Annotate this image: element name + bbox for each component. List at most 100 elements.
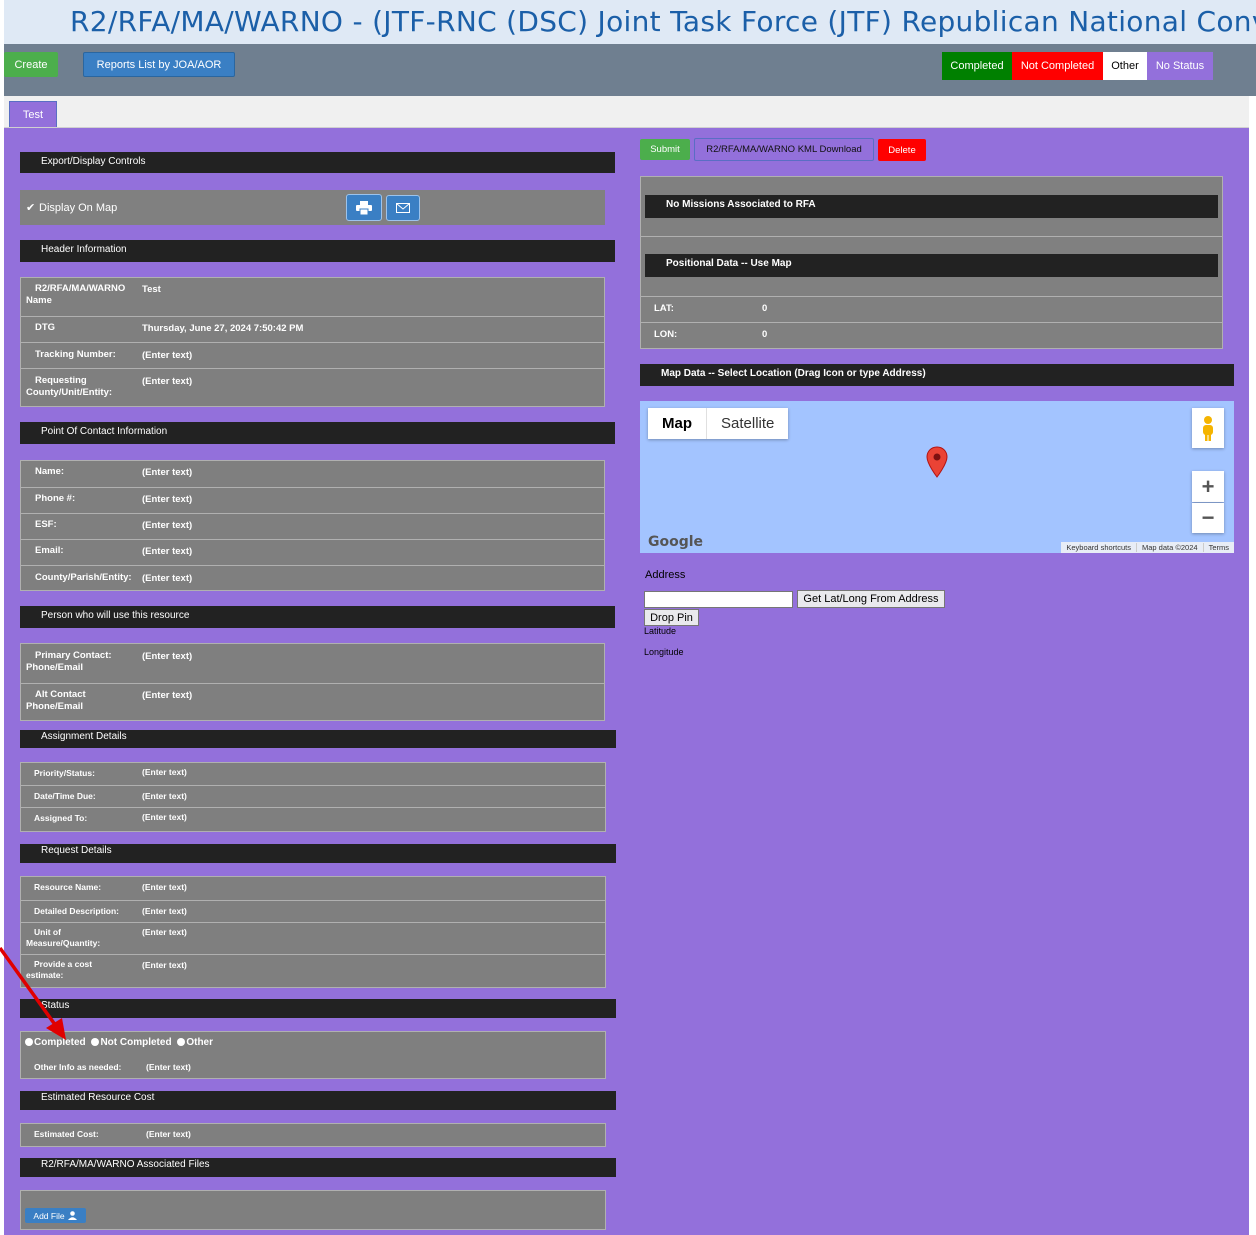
status-other-label: Other (186, 1037, 214, 1048)
get-latlong-button[interactable]: Get Lat/Long From Address (797, 590, 945, 608)
map-data-attribution: Map data ©2024 (1137, 543, 1204, 552)
field-label: Other Info as needed: (34, 1062, 122, 1072)
field-label: Date/Time Due: (34, 791, 96, 801)
map-tab-map[interactable]: Map (648, 408, 706, 439)
google-logo: Google (648, 534, 704, 550)
estimated-cost-panel: Estimated Cost: (Enter text) (20, 1123, 606, 1147)
add-file-label: Add File (33, 1210, 65, 1221)
submit-button[interactable]: Submit (640, 139, 690, 160)
estimated-cost-row: Estimated Cost: (Enter text) (21, 1124, 605, 1146)
display-on-map-checkbox[interactable]: ✔ (26, 201, 35, 214)
field-value[interactable]: (Enter text) (142, 520, 192, 531)
terms-link[interactable]: Terms (1204, 543, 1234, 552)
latitude-label: Latitude (644, 626, 677, 636)
section-person-resource: Person who will use this resource (20, 606, 615, 628)
field-value[interactable]: (Enter text) (146, 1062, 191, 1072)
add-file-button[interactable]: Add File (25, 1208, 86, 1223)
zoom-in-button[interactable]: + (1192, 471, 1224, 502)
lon-row: LON: 0 (641, 322, 1222, 349)
field-value[interactable]: (Enter text) (142, 906, 187, 916)
right-edge (1249, 96, 1256, 726)
field-label: Tracking Number: (35, 349, 116, 360)
field-value[interactable]: (Enter text) (142, 767, 187, 777)
annotation-arrow (0, 946, 66, 1040)
address-input[interactable] (644, 591, 793, 608)
section-export-controls: Export/Display Controls (20, 152, 615, 173)
zoom-out-button[interactable]: − (1192, 503, 1224, 533)
tab-test[interactable]: Test (9, 101, 57, 127)
field-value[interactable]: Thursday, June 27, 2024 7:50:42 PM (142, 323, 303, 334)
longitude-label: Longitude (644, 647, 684, 657)
envelope-icon (396, 203, 410, 213)
field-label-2: Name (26, 295, 52, 306)
header-info-panel: R2/RFA/MA/WARNO Name Test DTG Thursday, … (20, 277, 605, 407)
field-value[interactable]: (Enter text) (146, 1129, 191, 1139)
tab-strip: Test (4, 96, 1252, 128)
request-row: Provide a cost estimate: (Enter text) (21, 954, 605, 987)
map-pin-icon[interactable] (926, 446, 948, 478)
field-label: Phone #: (35, 493, 76, 504)
map[interactable]: Map Satellite + − Google Keyboard shortc… (640, 401, 1234, 553)
person-panel: Primary Contact: Phone/Email (Enter text… (20, 643, 605, 721)
reports-list-button[interactable]: Reports List by JOA/AOR (83, 52, 235, 77)
field-label: ESF: (35, 519, 57, 530)
field-value[interactable]: (Enter text) (142, 467, 192, 478)
field-value[interactable]: Test (142, 284, 161, 295)
header-row-dtg: DTG Thursday, June 27, 2024 7:50:42 PM (21, 316, 604, 342)
field-value[interactable]: (Enter text) (142, 651, 192, 662)
field-value[interactable]: (Enter text) (142, 546, 192, 557)
request-row: Unit of Measure/Quantity: (Enter text) (21, 922, 605, 954)
kml-download-button[interactable]: R2/RFA/MA/WARNO KML Download (694, 138, 874, 161)
assignment-row: Assigned To: (Enter text) (21, 807, 605, 831)
assignment-row: Date/Time Due: (Enter text) (21, 785, 605, 807)
field-value[interactable]: (Enter text) (142, 376, 192, 387)
field-value[interactable]: (Enter text) (142, 791, 187, 801)
field-value[interactable]: (Enter text) (142, 573, 192, 584)
assignment-row: Priority/Status: (Enter text) (21, 763, 605, 785)
field-label: Resource Name: (34, 882, 102, 892)
field-value[interactable]: (Enter text) (142, 690, 192, 701)
field-label: Priority/Status: (34, 768, 95, 778)
create-button[interactable]: Create (4, 52, 58, 77)
drop-pin-button[interactable]: Drop Pin (644, 609, 699, 626)
field-value[interactable]: (Enter text) (142, 882, 187, 892)
request-row: Resource Name: (Enter text) (21, 877, 605, 900)
display-on-map-label: Display On Map (39, 202, 118, 214)
field-value[interactable]: (Enter text) (142, 494, 192, 505)
email-button[interactable] (386, 195, 420, 221)
street-view-pegman[interactable] (1192, 408, 1224, 448)
lat-value: 0 (762, 303, 768, 314)
poc-row: Email: (Enter text) (21, 539, 604, 565)
legend-other: Other (1103, 52, 1147, 80)
section-request-details: Request Details (20, 844, 616, 863)
print-button[interactable] (346, 194, 382, 221)
map-type-tabs: Map Satellite (648, 408, 789, 439)
field-label: Alt Contact (35, 689, 86, 700)
keyboard-shortcuts-link[interactable]: Keyboard shortcuts (1061, 543, 1137, 552)
status-not-completed-radio[interactable] (91, 1038, 100, 1047)
divider (641, 236, 1222, 237)
status-panel: Completed Not Completed Other Other Info… (20, 1031, 606, 1079)
field-value[interactable]: (Enter text) (142, 812, 187, 822)
status-other-radio[interactable] (177, 1038, 186, 1047)
delete-button[interactable]: Delete (878, 139, 926, 161)
field-label: Primary Contact: (35, 650, 112, 661)
lon-value: 0 (762, 329, 768, 340)
section-estimated-cost: Estimated Resource Cost (20, 1091, 616, 1110)
request-row: Detailed Description: (Enter text) (21, 900, 605, 922)
pegman-icon (1203, 416, 1213, 441)
map-footer: Keyboard shortcuts Map data ©2024 Terms (1061, 542, 1234, 553)
plus-icon: + (1201, 473, 1215, 499)
field-value[interactable]: (Enter text) (142, 927, 187, 937)
section-positional-data: Positional Data -- Use Map (645, 254, 1218, 277)
poc-row: Phone #: (Enter text) (21, 487, 604, 513)
map-tab-satellite[interactable]: Satellite (706, 408, 788, 439)
missions-panel: No Missions Associated to RFA Positional… (640, 176, 1223, 349)
section-associated-files: R2/RFA/MA/WARNO Associated Files (20, 1158, 616, 1177)
upload-user-icon (67, 1211, 77, 1220)
field-value[interactable]: (Enter text) (142, 350, 192, 361)
field-value[interactable]: (Enter text) (142, 960, 187, 970)
display-controls-panel: ✔ Display On Map (20, 190, 605, 225)
lon-label: LON: (654, 329, 678, 340)
poc-row: Name: (Enter text) (21, 461, 604, 487)
